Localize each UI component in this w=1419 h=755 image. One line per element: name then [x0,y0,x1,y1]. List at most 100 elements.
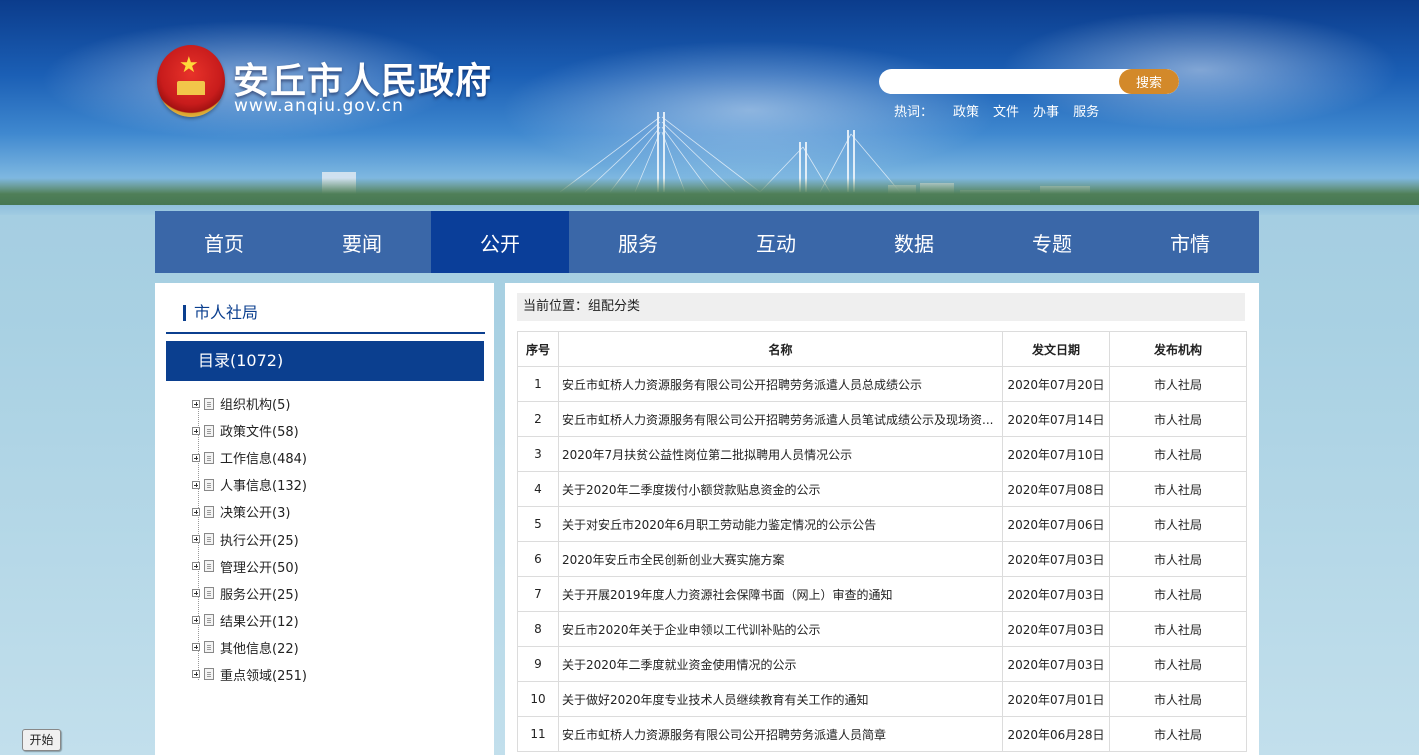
start-button[interactable]: 开始 [22,729,61,751]
column-header-date: 发文日期 [1002,331,1110,367]
expand-plus-icon[interactable] [192,589,200,598]
nav-item-topics[interactable]: 专题 [983,211,1121,273]
row-date: 2020年07月10日 [1002,436,1110,472]
hotword-link-documents[interactable]: 文件 [993,105,1019,120]
tree-item-label[interactable]: 政策文件(58) [220,421,299,440]
nav-item-interaction[interactable]: 互动 [707,211,845,273]
nav-item-service[interactable]: 服务 [569,211,707,273]
expand-plus-icon[interactable] [192,399,200,408]
row-org: 市人社局 [1109,646,1247,682]
row-title-link[interactable]: 关于2020年二季度拨付小额贷款贴息资金的公示 [558,471,1003,507]
hotword-link-policy[interactable]: 政策 [953,105,979,120]
tree-item[interactable]: 管理公开(50) [192,553,482,580]
row-index: 10 [517,681,559,717]
row-org: 市人社局 [1109,541,1247,577]
search-button[interactable]: 搜索 [1119,69,1179,94]
tree-item-label[interactable]: 执行公开(25) [220,530,299,549]
national-emblem-icon: ★ [157,45,225,117]
tree-item[interactable]: 重点领域(251) [192,661,482,688]
row-org: 市人社局 [1109,506,1247,542]
tree-item[interactable]: 结果公开(12) [192,607,482,634]
document-icon [204,560,214,573]
document-icon [204,614,214,627]
row-index: 11 [517,716,559,752]
table-row: 10 关于做好2020年度专业技术人员继续教育有关工作的通知 2020年07月01日… [517,681,1247,717]
tree-item[interactable]: 其他信息(22) [192,634,482,661]
row-index: 8 [517,611,559,647]
tree-item[interactable]: 政策文件(58) [192,417,482,444]
hotword-link-service[interactable]: 服务 [1073,105,1099,120]
tree-item-label[interactable]: 服务公开(25) [220,584,299,603]
row-index: 2 [517,401,559,437]
tree-item-label[interactable]: 管理公开(50) [220,557,299,576]
right-panel: 当前位置：组配分类 序号 名称 发文日期 发布机构 1 安丘市虹桥人力资源服务有限… [505,283,1259,755]
nav-item-data[interactable]: 数据 [845,211,983,273]
row-title-link[interactable]: 2020年安丘市全民创新创业大赛实施方案 [558,541,1003,577]
table-header-row: 序号 名称 发文日期 发布机构 [517,331,1247,367]
document-icon [204,533,214,546]
expand-plus-icon[interactable] [192,670,200,679]
row-title-link[interactable]: 2020年7月扶贫公益性岗位第二批拟聘用人员情况公示 [558,436,1003,472]
row-org: 市人社局 [1109,716,1247,752]
tree-item[interactable]: 人事信息(132) [192,471,482,498]
tree-item-label[interactable]: 其他信息(22) [220,638,299,657]
tree-item-label[interactable]: 结果公开(12) [220,611,299,630]
expand-plus-icon[interactable] [192,616,200,625]
left-panel: 市人社局 目录(1072) 组织机构(5) 政策文件(58) 工作信息(484)… [155,283,494,755]
tree-item-label[interactable]: 人事信息(132) [220,475,307,494]
nav-item-home[interactable]: 首页 [155,211,293,273]
row-title-link[interactable]: 关于2020年二季度就业资金使用情况的公示 [558,646,1003,682]
row-org: 市人社局 [1109,401,1247,437]
column-header-name: 名称 [558,331,1003,367]
row-title-link[interactable]: 安丘市虹桥人力资源服务有限公司公开招聘劳务派遣人员总成绩公示 [558,366,1003,402]
document-icon [204,505,214,518]
expand-plus-icon[interactable] [192,643,200,652]
tree-item-label[interactable]: 决策公开(3) [220,502,290,521]
expand-plus-icon[interactable] [192,480,200,489]
row-org: 市人社局 [1109,611,1247,647]
nav-item-city-info[interactable]: 市情 [1121,211,1259,273]
row-org: 市人社局 [1109,471,1247,507]
row-title-link[interactable]: 安丘市虹桥人力资源服务有限公司公开招聘劳务派遣人员简章 [558,716,1003,752]
document-icon [204,397,214,410]
row-index: 3 [517,436,559,472]
row-date: 2020年07月03日 [1002,611,1110,647]
document-icon [204,451,214,464]
gate-icon [177,81,205,95]
nav-item-public[interactable]: 公开 [431,211,569,273]
row-title-link[interactable]: 关于做好2020年度专业技术人员继续教育有关工作的通知 [558,681,1003,717]
tree-item[interactable]: 工作信息(484) [192,444,482,471]
tree-item-label[interactable]: 工作信息(484) [220,448,307,467]
tree-item-label[interactable]: 重点领域(251) [220,665,307,684]
document-icon [204,478,214,491]
search-input[interactable] [889,69,1118,94]
row-index: 4 [517,471,559,507]
expand-plus-icon[interactable] [192,426,200,435]
catalog-tree: 组织机构(5) 政策文件(58) 工作信息(484) 人事信息(132) 决策公… [192,390,482,688]
expand-plus-icon[interactable] [192,453,200,462]
row-date: 2020年07月20日 [1002,366,1110,402]
expand-plus-icon[interactable] [192,562,200,571]
tree-item[interactable]: 决策公开(3) [192,498,482,525]
tree-item[interactable]: 组织机构(5) [192,390,482,417]
tree-item[interactable]: 服务公开(25) [192,580,482,607]
search-box: 搜索 [879,69,1179,94]
row-index: 1 [517,366,559,402]
tree-item[interactable]: 执行公开(25) [192,525,482,552]
table-row: 11 安丘市虹桥人力资源服务有限公司公开招聘劳务派遣人员简章 2020年06月28日… [517,716,1247,752]
table-row: 4 关于2020年二季度拨付小额贷款贴息资金的公示 2020年07月08日 市人社局 [517,471,1247,507]
hotword-link-affairs[interactable]: 办事 [1033,105,1059,120]
nav-item-news[interactable]: 要闻 [293,211,431,273]
catalog-header[interactable]: 目录(1072) [166,341,484,381]
breadcrumb: 当前位置：组配分类 [517,293,1245,321]
table-row: 1 安丘市虹桥人力资源服务有限公司公开招聘劳务派遣人员总成绩公示 2020年07月2… [517,366,1247,402]
tree-item-label[interactable]: 组织机构(5) [220,394,290,413]
expand-plus-icon[interactable] [192,535,200,544]
row-title-link[interactable]: 安丘市2020年关于企业申领以工代训补贴的公示 [558,611,1003,647]
row-title-link[interactable]: 关于对安丘市2020年6月职工劳动能力鉴定情况的公示公告 [558,506,1003,542]
expand-plus-icon[interactable] [192,507,200,516]
row-org: 市人社局 [1109,576,1247,612]
divider [166,332,485,334]
row-title-link[interactable]: 安丘市虹桥人力资源服务有限公司公开招聘劳务派遣人员笔试成绩公示及现场资... [558,401,1003,437]
row-title-link[interactable]: 关于开展2019年度人力资源社会保障书面（网上）审查的通知 [558,576,1003,612]
